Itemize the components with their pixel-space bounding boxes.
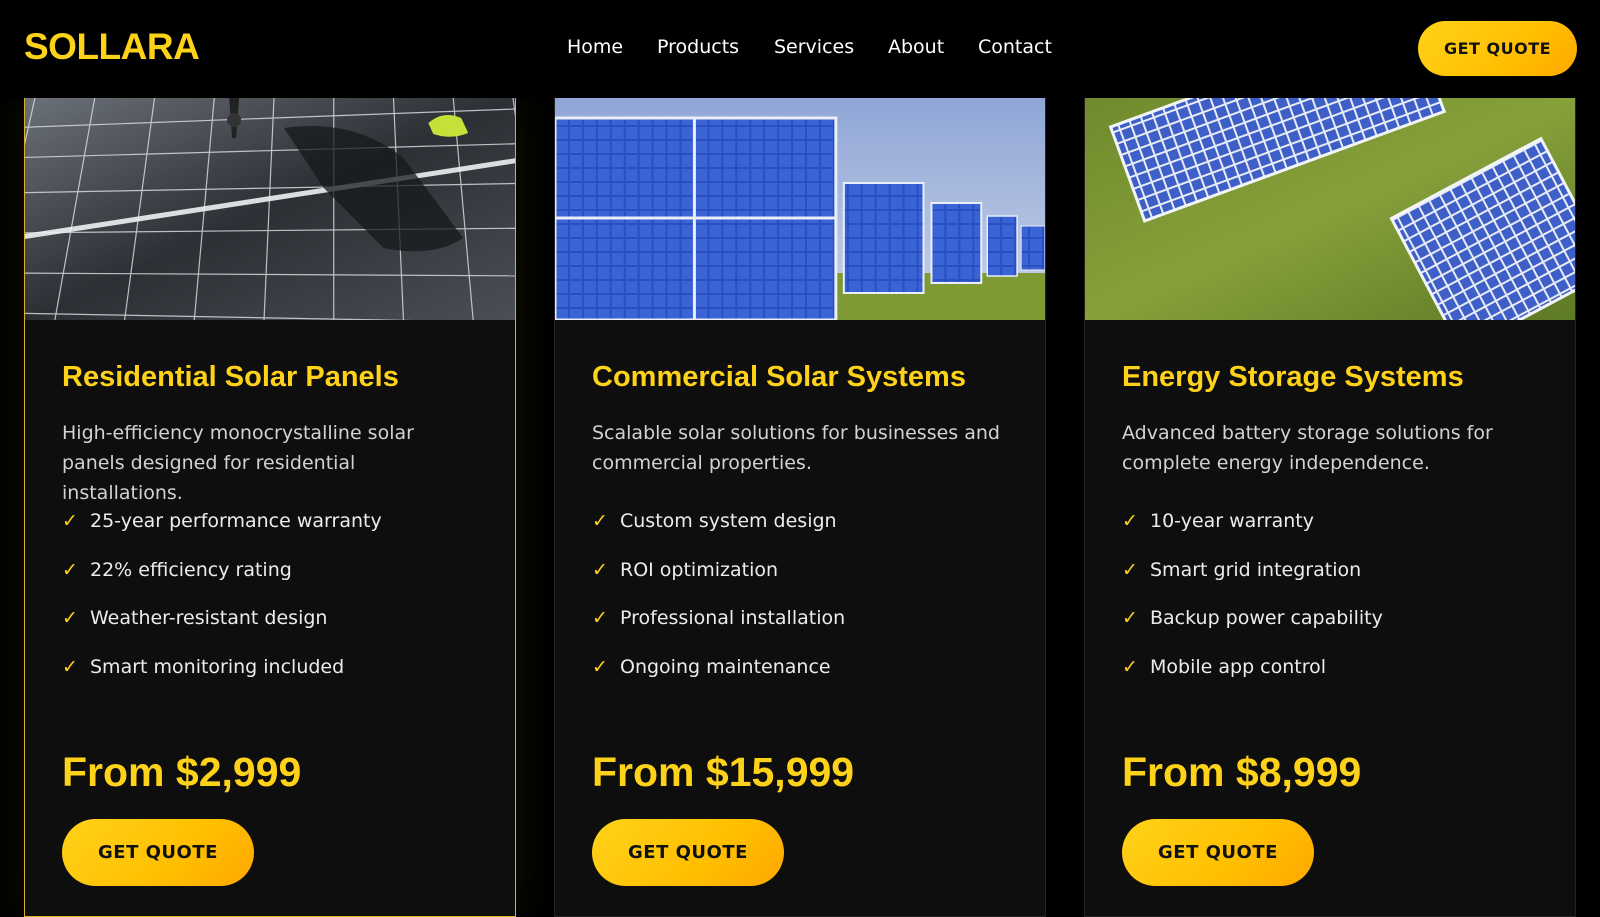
- feature-item: ✓ Mobile app control: [1122, 655, 1327, 678]
- product-description: High-efficiency monocrystalline solar pa…: [62, 422, 414, 504]
- residential-panel-photo: [25, 98, 515, 320]
- check-icon: ✓: [592, 607, 608, 629]
- product-card-residential: Residential Solar Panels High-efficiency…: [24, 97, 516, 917]
- nav-link-services[interactable]: Services: [774, 36, 854, 58]
- product-title: Commercial Solar Systems: [592, 361, 966, 393]
- check-icon: ✓: [1122, 510, 1138, 532]
- feature-item: ✓ 25-year performance warranty: [62, 510, 382, 532]
- product-price: From $2,999: [62, 749, 302, 795]
- commercial-panels-photo: [555, 98, 1045, 320]
- product-image: [555, 98, 1045, 320]
- get-quote-button[interactable]: GET QUOTE: [62, 819, 254, 886]
- feature-item: ✓ 10-year warranty: [1122, 510, 1314, 532]
- product-card-storage: Energy Storage Systems Advanced battery …: [1084, 97, 1576, 917]
- feature-item: ✓ Weather-resistant design: [62, 607, 328, 629]
- check-icon: ✓: [1122, 607, 1138, 629]
- storage-aerial-photo: [1085, 98, 1575, 320]
- check-icon: ✓: [592, 558, 608, 581]
- feature-item: ✓ Ongoing maintenance: [592, 655, 831, 678]
- check-icon: ✓: [1122, 558, 1138, 581]
- product-title: Residential Solar Panels: [62, 361, 399, 393]
- site-header: SOLLARA Home Products Services About Con…: [0, 0, 1600, 98]
- product-image: [25, 98, 515, 320]
- product-card-commercial: Commercial Solar Systems Scalable solar …: [554, 97, 1046, 917]
- check-icon: ✓: [592, 655, 608, 678]
- product-title: Energy Storage Systems: [1122, 361, 1464, 393]
- product-price: From $15,999: [592, 749, 855, 795]
- get-quote-button[interactable]: GET QUOTE: [592, 819, 784, 886]
- feature-item: ✓ Professional installation: [592, 607, 846, 629]
- check-icon: ✓: [62, 655, 78, 678]
- feature-item: ✓ 22% efficiency rating: [62, 558, 292, 581]
- feature-item: ✓ Backup power capability: [1122, 607, 1383, 629]
- product-image: [1085, 98, 1575, 320]
- check-icon: ✓: [62, 510, 78, 532]
- feature-list: ✓ 10-year warranty ✓ Smart grid integratio…: [1122, 510, 1383, 704]
- nav-link-products[interactable]: Products: [657, 36, 739, 58]
- feature-list: ✓ Custom system design ✓ ROI optimization …: [592, 510, 845, 704]
- header-get-quote-button[interactable]: GET QUOTE: [1418, 21, 1577, 76]
- feature-list: ✓ 25-year performance warranty ✓ 22% effic…: [62, 510, 382, 704]
- nav-link-home[interactable]: Home: [567, 36, 623, 58]
- check-icon: ✓: [1122, 655, 1138, 678]
- main-nav: Home Products Services About Contact: [0, 36, 1600, 62]
- nav-link-contact[interactable]: Contact: [978, 36, 1052, 58]
- nav-link-about[interactable]: About: [888, 36, 944, 58]
- product-description: Scalable solar solutions for businesses …: [592, 422, 1000, 474]
- feature-item: ✓ Smart grid integration: [1122, 558, 1362, 581]
- feature-item: ✓ Custom system design: [592, 510, 837, 532]
- check-icon: ✓: [592, 510, 608, 532]
- feature-item: ✓ ROI optimization: [592, 558, 779, 581]
- product-description: Advanced battery storage solutions for c…: [1122, 422, 1493, 474]
- check-icon: ✓: [62, 607, 78, 629]
- get-quote-button[interactable]: GET QUOTE: [1122, 819, 1314, 886]
- product-price: From $8,999: [1122, 749, 1362, 795]
- check-icon: ✓: [62, 558, 78, 581]
- feature-item: ✓ Smart monitoring included: [62, 655, 345, 678]
